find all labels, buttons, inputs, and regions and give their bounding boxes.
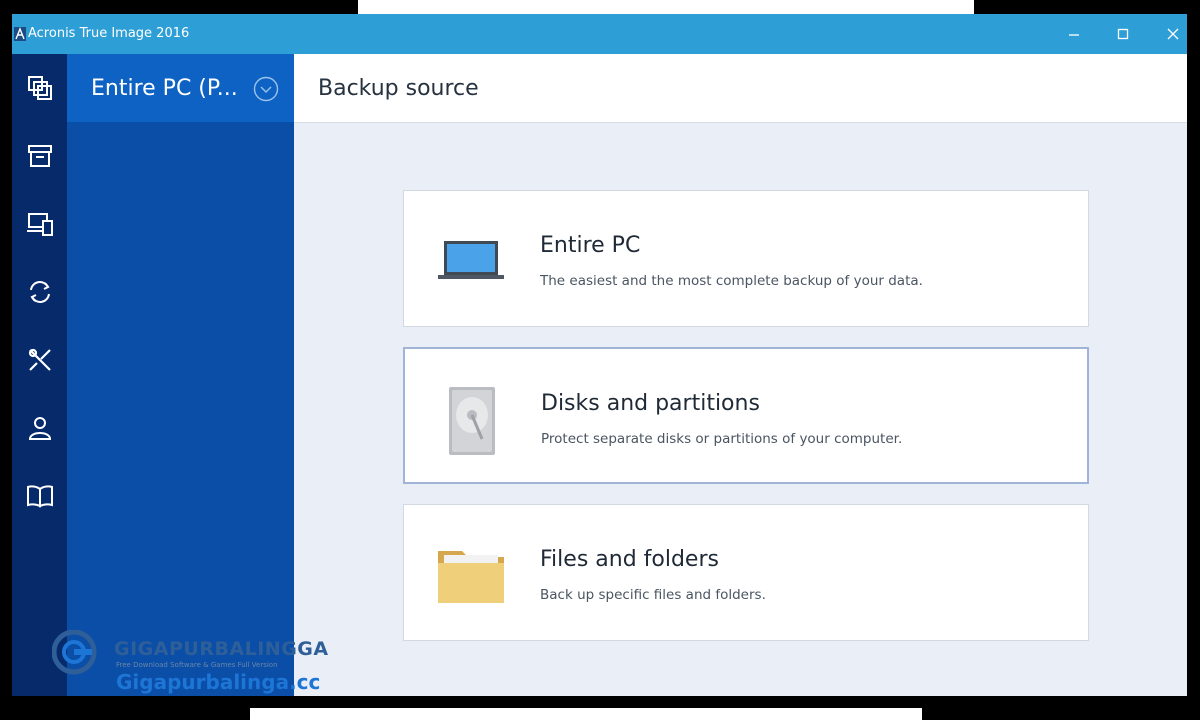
help-book-icon: [27, 485, 53, 508]
backup-name: Entire PC (P...: [91, 76, 238, 101]
backup-icon: [28, 76, 52, 100]
rail-item-backup[interactable]: [20, 68, 60, 108]
chevron-down-circle-icon: [253, 76, 279, 102]
title-bar: Acronis True Image 2016: [12, 14, 1187, 54]
option-title: Disks and partitions: [541, 391, 760, 416]
option-files-and-folders[interactable]: Files and folders Back up specific files…: [403, 504, 1089, 641]
maximize-button[interactable]: [1111, 22, 1135, 46]
watermark: GIGAPURBALINGGA Free Download Software &…: [52, 626, 332, 696]
page-title: Backup source: [318, 76, 479, 101]
option-title: Files and folders: [540, 547, 719, 572]
sync-icon: [30, 281, 50, 303]
rail-item-devices[interactable]: [20, 204, 60, 244]
archive-icon: [28, 145, 52, 167]
account-icon: [28, 417, 52, 440]
app-window: Acronis True Image 2016 Entire PC (P... …: [12, 14, 1187, 696]
option-entire-pc[interactable]: Entire PC The easiest and the most compl…: [403, 190, 1089, 327]
watermark-tagline: Free Download Software & Games Full Vers…: [116, 661, 278, 669]
rail-item-sync[interactable]: [20, 272, 60, 312]
pane-header: Backup source: [294, 54, 1187, 123]
tools-icon: [28, 348, 51, 371]
minimize-button[interactable]: [1062, 22, 1086, 46]
backup-source-pane: Backup source Entire PC The easiest and …: [294, 54, 1187, 696]
devices-icon: [27, 213, 53, 236]
rail-item-account[interactable]: [20, 408, 60, 448]
frame-edge-top: [358, 0, 974, 14]
folder-icon: [438, 551, 504, 603]
frame-edge-bottom: [250, 708, 922, 720]
laptop-icon: [438, 241, 504, 279]
minimize-icon: [1069, 34, 1079, 36]
acronis-logo-icon: [14, 27, 26, 41]
option-title: Entire PC: [540, 233, 641, 258]
window-title: Acronis True Image 2016: [28, 26, 190, 41]
rail-item-help[interactable]: [20, 476, 60, 516]
watermark-url: Gigapurbalinga.cc: [116, 670, 321, 694]
backup-list-panel: Entire PC (P...: [67, 54, 294, 696]
option-description: The easiest and the most complete backup…: [540, 273, 923, 289]
option-disks-and-partitions[interactable]: Disks and partitions Protect separate di…: [403, 347, 1089, 484]
watermark-logo-icon: [52, 630, 97, 675]
close-button[interactable]: [1161, 22, 1185, 46]
rail-item-tools[interactable]: [20, 340, 60, 380]
watermark-brand: GIGAPURBALINGGA: [114, 638, 329, 660]
backup-selector[interactable]: Entire PC (P...: [67, 54, 294, 122]
nav-rail: [12, 54, 67, 696]
rail-item-archive[interactable]: [20, 136, 60, 176]
hard-disk-icon: [449, 387, 495, 455]
close-icon: [1167, 28, 1179, 40]
maximize-icon: [1117, 28, 1129, 40]
option-description: Protect separate disks or partitions of …: [541, 431, 903, 447]
option-description: Back up specific files and folders.: [540, 587, 766, 603]
